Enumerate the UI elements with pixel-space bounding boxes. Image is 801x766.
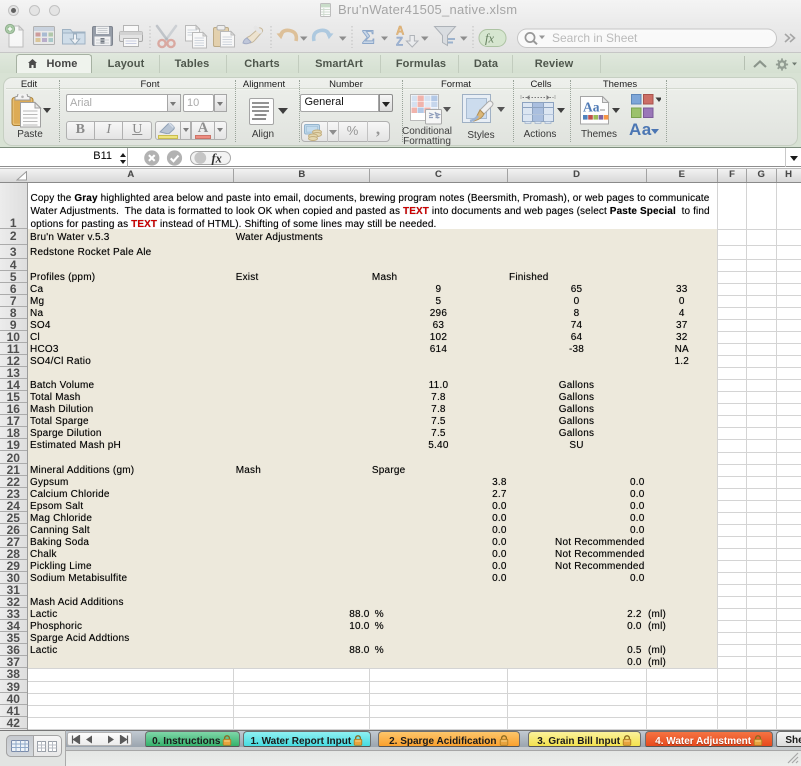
- svg-text:Search in Sheet: Search in Sheet: [552, 31, 638, 45]
- svg-text:Σ: Σ: [362, 28, 375, 49]
- svg-text:fx: fx: [485, 32, 494, 46]
- svg-text:Z: Z: [396, 37, 403, 49]
- svg-text:Aa: Aa: [583, 99, 600, 114]
- svg-text:fx: fx: [212, 152, 222, 166]
